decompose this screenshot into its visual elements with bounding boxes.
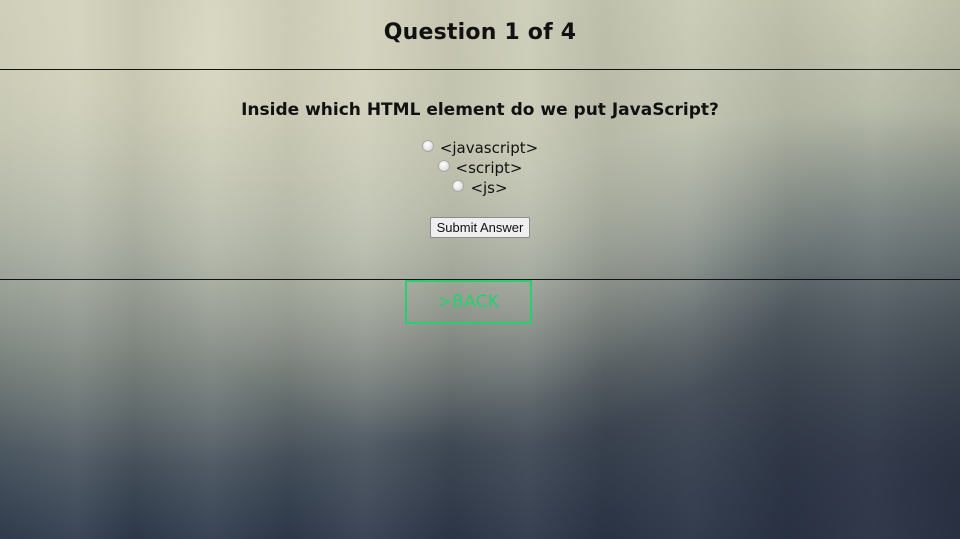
question-counter: Question 1 of 4 [383,20,577,45]
question-header: Question 1 of 4 [0,0,960,70]
answer-option-javascript[interactable]: <javascript> [0,138,960,158]
answer-label: <script> [455,159,523,177]
answer-label: <javascript> [439,139,539,157]
radio-button[interactable] [421,140,434,152]
answer-label: <js> [470,179,508,197]
radio-button[interactable] [452,180,465,192]
answer-options: <javascript> <script> <js> [0,138,960,198]
answer-option-script[interactable]: <script> [0,158,960,178]
back-button[interactable]: >BACK [405,280,532,324]
question-text: Inside which HTML element do we put Java… [241,100,719,120]
quiz-panel: Inside which HTML element do we put Java… [0,70,960,280]
submit-answer-button[interactable]: Submit Answer [429,217,531,238]
radio-button[interactable] [437,160,450,172]
answer-option-js[interactable]: <js> [0,178,960,198]
